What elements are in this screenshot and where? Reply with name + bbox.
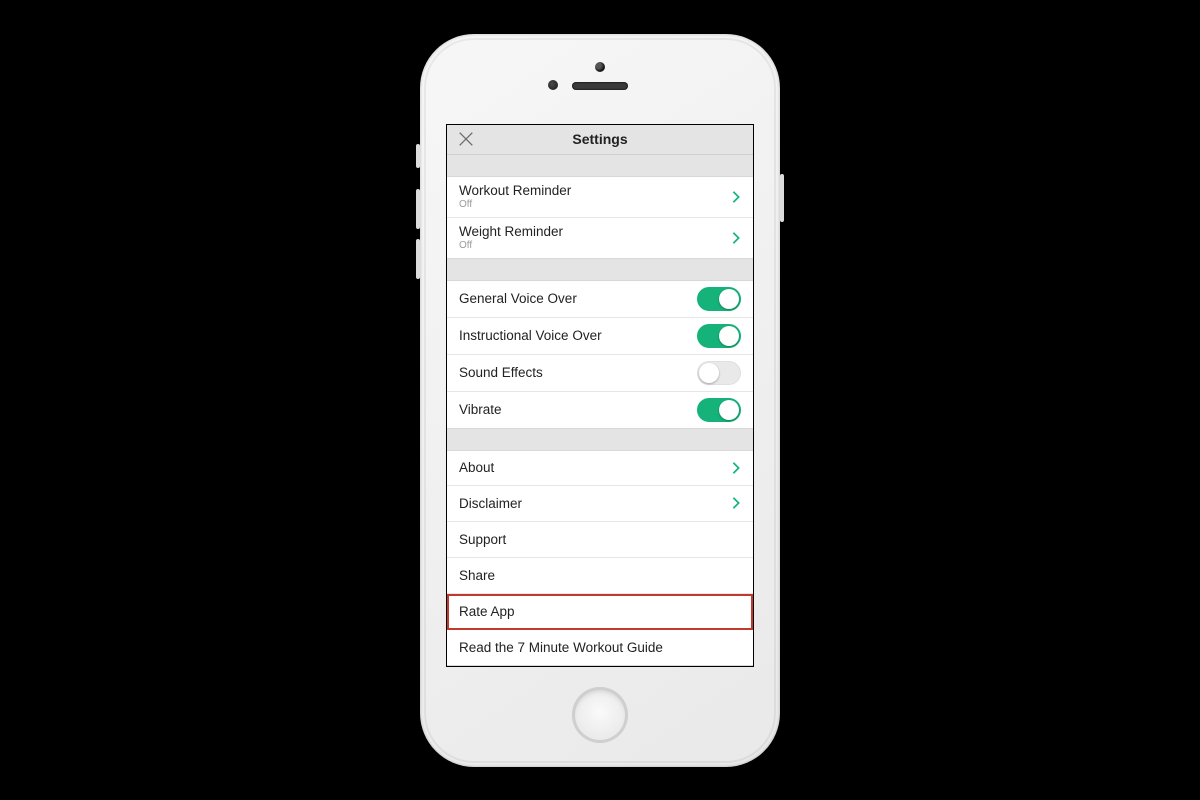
info-row-rate-app[interactable]: Rate App <box>447 594 753 630</box>
info-row-share[interactable]: Share <box>447 558 753 594</box>
screen: Settings Workout ReminderOffWeight Remin… <box>446 124 754 667</box>
row-subtitle: Off <box>459 199 571 211</box>
volume-down-button <box>416 239 420 279</box>
power-button <box>780 174 784 222</box>
reminder-row-workout-reminder[interactable]: Workout ReminderOff <box>447 176 753 218</box>
toggle-row-sound-effects: Sound Effects <box>447 355 753 392</box>
proximity-sensor <box>548 80 558 90</box>
row-title: Vibrate <box>459 402 502 417</box>
toggle-row-instructional-voice-over: Instructional Voice Over <box>447 318 753 355</box>
chevron-right-icon <box>731 231 741 245</box>
front-camera <box>595 62 605 72</box>
audio-group: General Voice Over Instructional Voice Ov… <box>447 280 753 429</box>
toggle-switch[interactable] <box>697 398 741 422</box>
row-title: Share <box>459 568 495 583</box>
section-gap <box>447 155 753 176</box>
row-title: Weight Reminder <box>459 224 563 240</box>
info-row-read-the-7-minute-workout-guide[interactable]: Read the 7 Minute Workout Guide <box>447 630 753 666</box>
info-row-support[interactable]: Support <box>447 522 753 558</box>
phone-frame: Settings Workout ReminderOffWeight Remin… <box>420 34 780 767</box>
row-title: Support <box>459 532 506 547</box>
row-title: Rate App <box>459 604 515 619</box>
volume-up-button <box>416 189 420 229</box>
close-icon[interactable] <box>457 130 475 148</box>
toggle-row-vibrate: Vibrate <box>447 392 753 429</box>
page-title: Settings <box>572 131 627 147</box>
row-title: General Voice Over <box>459 291 577 306</box>
info-row-about[interactable]: About <box>447 450 753 486</box>
toggle-row-general-voice-over: General Voice Over <box>447 280 753 318</box>
row-title: Workout Reminder <box>459 183 571 199</box>
row-title: Read the 7 Minute Workout Guide <box>459 640 663 655</box>
section-gap <box>447 429 753 450</box>
row-title: Disclaimer <box>459 496 522 511</box>
reminders-group: Workout ReminderOffWeight ReminderOff <box>447 176 753 259</box>
chevron-right-icon <box>731 461 741 475</box>
home-button[interactable] <box>572 687 628 743</box>
row-subtitle: Off <box>459 240 563 252</box>
info-row-disclaimer[interactable]: Disclaimer <box>447 486 753 522</box>
info-group: About Disclaimer Support Share Rate App Read … <box>447 450 753 666</box>
toggle-switch[interactable] <box>697 287 741 311</box>
chevron-right-icon <box>731 190 741 204</box>
row-title: About <box>459 460 494 475</box>
row-title: Instructional Voice Over <box>459 328 602 343</box>
toggle-switch[interactable] <box>697 361 741 385</box>
chevron-right-icon <box>731 496 741 510</box>
earpiece-speaker <box>572 82 628 90</box>
navbar: Settings <box>447 125 753 156</box>
section-gap <box>447 259 753 280</box>
row-title: Sound Effects <box>459 365 543 380</box>
reminder-row-weight-reminder[interactable]: Weight ReminderOff <box>447 218 753 259</box>
mute-switch <box>416 144 420 168</box>
toggle-switch[interactable] <box>697 324 741 348</box>
